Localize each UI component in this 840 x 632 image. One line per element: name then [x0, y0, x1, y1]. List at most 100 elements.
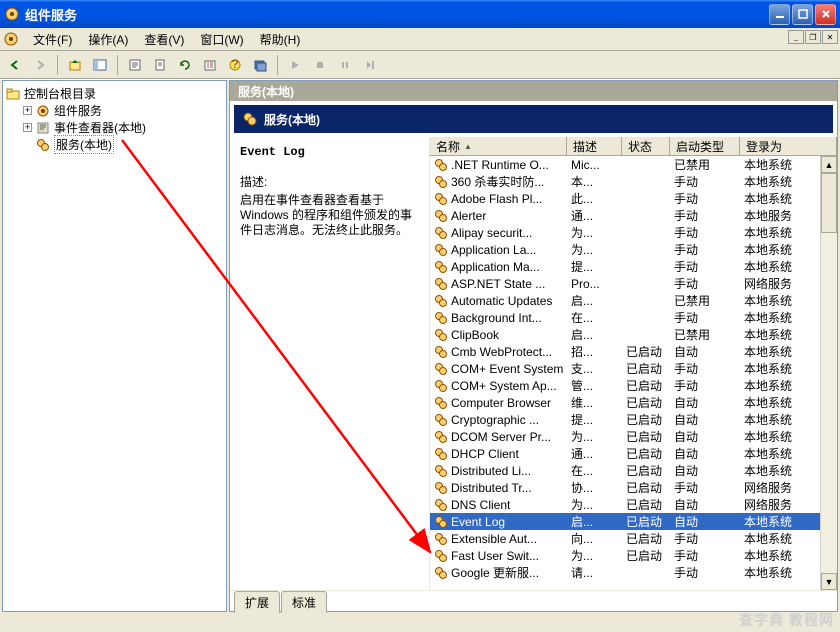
console-tree[interactable]: 控制台根目录 + 组件服务 + 事件查看器(本地) 服务(本地): [2, 80, 227, 612]
vertical-scrollbar[interactable]: ▲ ▼: [820, 156, 837, 590]
service-row[interactable]: Extensible Aut...向...已启动手动本地系统: [430, 530, 837, 547]
mdi-restore-button[interactable]: ❐: [805, 30, 821, 44]
tab-extended[interactable]: 扩展: [234, 591, 280, 613]
service-icon: [434, 175, 448, 189]
gears-icon: [242, 111, 258, 127]
service-icon: [434, 243, 448, 257]
expand-icon[interactable]: +: [23, 106, 32, 115]
service-icon: [434, 260, 448, 274]
properties-button[interactable]: [124, 54, 146, 76]
service-row[interactable]: Cryptographic ...提...已启动自动本地系统: [430, 411, 837, 428]
properties2-button[interactable]: [199, 54, 221, 76]
service-row[interactable]: Cmb WebProtect...招...已启动自动本地系统: [430, 343, 837, 360]
export-button[interactable]: [149, 54, 171, 76]
service-icon: [434, 362, 448, 376]
mdi-minimize-button[interactable]: _: [788, 30, 804, 44]
help-button[interactable]: ?: [224, 54, 246, 76]
menu-help[interactable]: 帮助(H): [252, 28, 309, 51]
mdi-close-button[interactable]: ✕: [822, 30, 838, 44]
play-button[interactable]: [284, 54, 306, 76]
service-row[interactable]: Alipay securit...为...手动本地系统: [430, 224, 837, 241]
pane-header: 服务(本地): [230, 81, 837, 101]
service-row[interactable]: DHCP Client通...已启动自动本地系统: [430, 445, 837, 462]
service-row[interactable]: Application La...为...手动本地系统: [430, 241, 837, 258]
service-row[interactable]: Background Int...在...手动本地系统: [430, 309, 837, 326]
stop-button[interactable]: [309, 54, 331, 76]
service-icon: [434, 430, 448, 444]
service-row[interactable]: Adobe Flash Pl...此...手动本地系统: [430, 190, 837, 207]
tree-root[interactable]: 控制台根目录: [5, 85, 224, 102]
column-status[interactable]: 状态: [622, 137, 670, 155]
service-icon: [434, 158, 448, 172]
tree-services[interactable]: 服务(本地): [5, 136, 224, 153]
expand-icon[interactable]: +: [23, 123, 32, 132]
service-icon: [434, 515, 448, 529]
service-icon: [434, 396, 448, 410]
service-row[interactable]: ASP.NET State ...Pro...手动网络服务: [430, 275, 837, 292]
forward-button[interactable]: [29, 54, 51, 76]
pane-subheader: 服务(本地): [234, 105, 833, 133]
back-button[interactable]: [4, 54, 26, 76]
service-icon: [434, 532, 448, 546]
restart-button[interactable]: [359, 54, 381, 76]
scroll-up-button[interactable]: ▲: [821, 156, 837, 173]
menu-action[interactable]: 操作(A): [80, 28, 136, 51]
service-row[interactable]: DNS Client为...已启动自动网络服务: [430, 496, 837, 513]
service-row[interactable]: DCOM Server Pr...为...已启动自动本地系统: [430, 428, 837, 445]
watermark-text: 查字典 教程网: [739, 610, 834, 630]
service-row[interactable]: Alerter通...手动本地服务: [430, 207, 837, 224]
show-tree-button[interactable]: [89, 54, 111, 76]
menu-view[interactable]: 查看(V): [136, 28, 192, 51]
service-row[interactable]: .NET Runtime O...Mic...已禁用本地系统: [430, 156, 837, 173]
up-button[interactable]: [64, 54, 86, 76]
service-row[interactable]: Computer Browser维...已启动自动本地系统: [430, 394, 837, 411]
pause-button[interactable]: [334, 54, 356, 76]
service-icon: [434, 566, 448, 580]
service-row[interactable]: Automatic Updates启...已禁用本地系统: [430, 292, 837, 309]
column-logon[interactable]: 登录为: [740, 137, 837, 155]
service-row[interactable]: Event Log启...已启动自动本地系统: [430, 513, 837, 530]
service-row[interactable]: Distributed Li...在...已启动自动本地系统: [430, 462, 837, 479]
service-icon: [434, 192, 448, 206]
minimize-button[interactable]: [769, 4, 790, 25]
menu-bar: 文件(F) 操作(A) 查看(V) 窗口(W) 帮助(H) _ ❐ ✕: [0, 28, 840, 51]
service-row[interactable]: Google 更新服...请...手动本地系统: [430, 564, 837, 581]
menu-window[interactable]: 窗口(W): [192, 28, 251, 51]
app-icon: [4, 6, 20, 22]
column-startup[interactable]: 启动类型: [670, 137, 740, 155]
menu-file[interactable]: 文件(F): [25, 28, 80, 51]
refresh-button[interactable]: [174, 54, 196, 76]
service-icon: [434, 226, 448, 240]
service-row[interactable]: 360 杀毒实时防...本...手动本地系统: [430, 173, 837, 190]
new-window-button[interactable]: [249, 54, 271, 76]
service-icon: [434, 379, 448, 393]
scroll-down-button[interactable]: ▼: [821, 573, 837, 590]
sort-asc-icon: ▲: [464, 142, 472, 151]
service-row[interactable]: Fast User Swit...为...已启动手动本地系统: [430, 547, 837, 564]
app-icon-small: [3, 31, 19, 47]
tree-component-services[interactable]: + 组件服务: [5, 102, 224, 119]
maximize-button[interactable]: [792, 4, 813, 25]
service-row[interactable]: ClipBook启...已禁用本地系统: [430, 326, 837, 343]
details-pane: 服务(本地) 服务(本地) Event Log 描述: 启用在事件查看器查看基于…: [229, 80, 838, 612]
column-name[interactable]: 名称▲: [430, 137, 567, 155]
description-panel: Event Log 描述: 启用在事件查看器查看基于 Windows 的程序和组…: [230, 137, 430, 590]
service-icon: [434, 328, 448, 342]
svg-text:?: ?: [232, 58, 239, 71]
book-icon: [35, 120, 51, 136]
gears-icon: [35, 137, 51, 153]
service-row[interactable]: COM+ Event System支...已启动手动本地系统: [430, 360, 837, 377]
toolbar: ?: [0, 51, 840, 79]
service-row[interactable]: COM+ System Ap...管...已启动手动本地系统: [430, 377, 837, 394]
window-title: 组件服务: [25, 5, 769, 24]
service-row[interactable]: Application Ma...提...手动本地系统: [430, 258, 837, 275]
tree-event-viewer[interactable]: + 事件查看器(本地): [5, 119, 224, 136]
services-list[interactable]: 名称▲ 描述 状态 启动类型 登录为 .NET Runtime O...Mic.…: [430, 137, 837, 590]
view-tabs: 扩展 标准: [230, 590, 837, 611]
tab-standard[interactable]: 标准: [281, 591, 327, 613]
column-description[interactable]: 描述: [567, 137, 622, 155]
title-bar: 组件服务: [0, 0, 840, 28]
service-row[interactable]: Distributed Tr...协...已启动手动网络服务: [430, 479, 837, 496]
close-button[interactable]: [815, 4, 836, 25]
scroll-thumb[interactable]: [821, 173, 837, 233]
